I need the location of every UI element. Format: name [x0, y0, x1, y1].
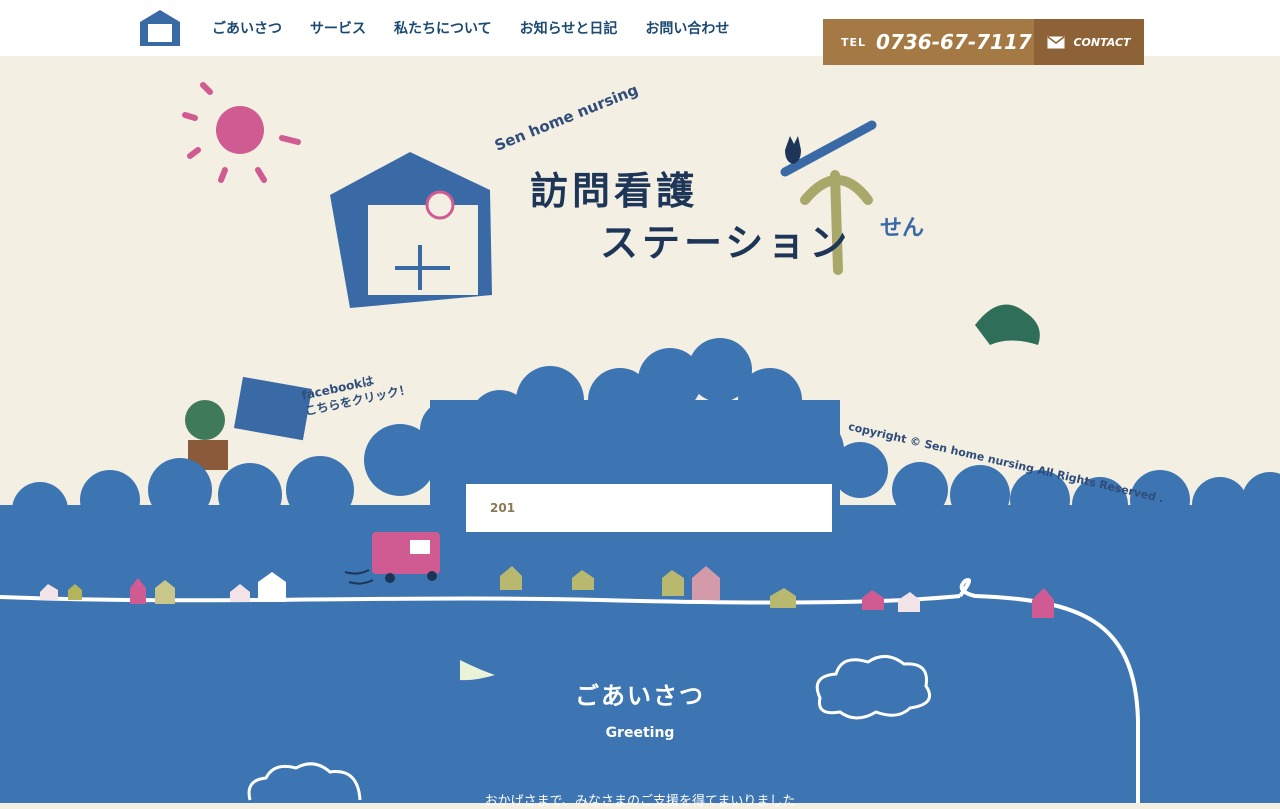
brand-jp-line1: 訪問看護	[530, 169, 699, 213]
nav-item-news[interactable]: お知らせと日記	[520, 18, 618, 38]
bird-icon	[975, 304, 1040, 345]
facebook-character-icon	[185, 376, 312, 470]
contact-button[interactable]: CONTACT	[1034, 19, 1144, 65]
tel-label: TEL	[841, 35, 867, 49]
news-ticker[interactable]: 201	[466, 484, 832, 532]
greeting-intro: おかげさまで、みなさまのご支援を得てまいりました	[484, 794, 796, 809]
nav-item-greeting[interactable]: ごあいさつ	[212, 18, 282, 38]
brand-jp-line2: ステーション	[600, 221, 852, 265]
greeting-title-en: Greeting	[605, 725, 675, 741]
mail-icon	[1047, 35, 1065, 48]
brand-mark-text: せん	[880, 216, 925, 241]
tel-sign[interactable]: TEL 0736-67-7117	[823, 19, 1034, 65]
contact-label: CONTACT	[1073, 35, 1131, 49]
news-date: 201	[490, 501, 516, 515]
house-logo-icon	[330, 152, 492, 308]
nav-item-contact[interactable]: お問い合わせ	[645, 18, 729, 38]
greeting-heading: ごあいさつ Greeting	[540, 676, 740, 741]
tel-number: 0736-67-7117	[876, 30, 1032, 54]
main-nav: ごあいさつ サービス 私たちについて お知らせと日記 お問い合わせ	[212, 18, 729, 38]
nav-item-services[interactable]: サービス	[310, 18, 366, 38]
greeting-title-jp: ごあいさつ	[575, 682, 705, 710]
sun-icon	[182, 82, 301, 183]
home-logo-icon[interactable]	[138, 8, 182, 48]
nav-item-about[interactable]: 私たちについて	[394, 18, 492, 38]
